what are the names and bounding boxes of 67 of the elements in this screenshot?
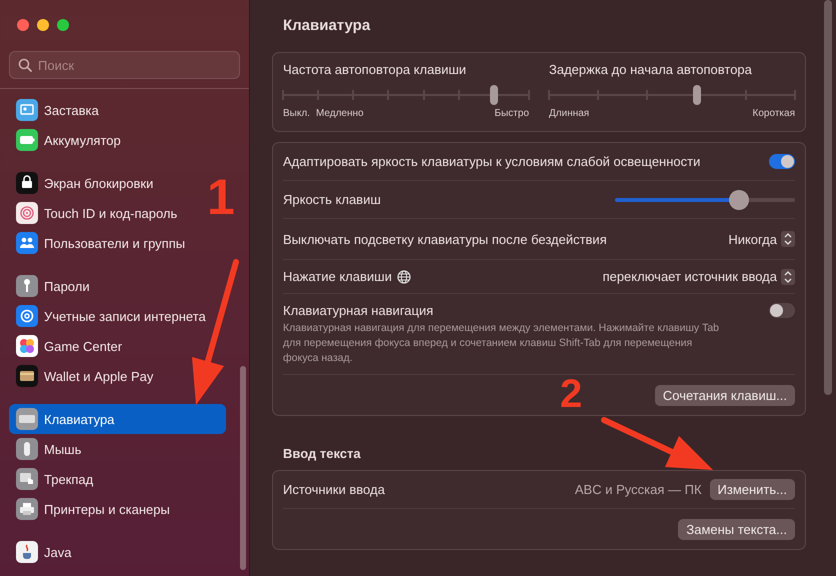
setting-label: Нажатие клавиши xyxy=(283,269,392,284)
slider-track[interactable] xyxy=(615,190,795,210)
minimize-button[interactable] xyxy=(37,19,49,31)
sidebar-item[interactable]: Java xyxy=(9,537,80,567)
keyboard-icon xyxy=(16,408,38,430)
sidebar-item[interactable]: Touch ID и код-пароль xyxy=(9,198,186,228)
trackpad-icon xyxy=(16,468,38,490)
setting-value: ABC и Русская — ПК xyxy=(574,482,702,497)
sidebar-item[interactable]: Учетные записи интернета xyxy=(9,301,214,331)
chevron-icon xyxy=(781,231,795,247)
zoom-button[interactable] xyxy=(57,19,69,31)
slider-thumb[interactable] xyxy=(490,85,498,105)
chevron-icon xyxy=(781,268,795,284)
printer-icon xyxy=(16,498,38,520)
slider-caption: Короткая xyxy=(752,108,795,119)
slider-track[interactable] xyxy=(549,85,795,105)
screen-saver-icon xyxy=(16,99,38,121)
sidebar-item[interactable]: Клавиатура xyxy=(9,404,226,434)
search-icon xyxy=(18,58,32,72)
description-text: Клавиатурная навигация для перемещения между элементами. Нажимайте клавишу Tab для перемещения фокуса вперед и сочетанием клавиш Shift-Tab для перемещения фокуса назад. xyxy=(283,321,720,366)
sidebar-item[interactable]: Пароли xyxy=(9,271,98,301)
users-icon xyxy=(16,232,38,254)
setting-label: Клавиатурная навигация xyxy=(283,303,434,318)
slider-caption: Длинная xyxy=(549,108,590,119)
bubbles-icon xyxy=(16,335,38,357)
button[interactable]: Изменить... xyxy=(710,479,795,500)
battery-icon xyxy=(16,129,38,151)
lock-icon xyxy=(16,172,38,194)
scroll-bar[interactable] xyxy=(824,0,832,395)
popup-button[interactable]: переключает источник ввода xyxy=(602,268,795,284)
close-button[interactable] xyxy=(17,19,29,31)
step-number: 1 xyxy=(207,172,235,222)
popup-button[interactable]: Никогда xyxy=(728,231,795,247)
coffee-cup-icon xyxy=(16,541,38,563)
sidebar-item[interactable]: Экран блокировки xyxy=(9,168,162,198)
setting-label: Адаптировать яркость клавиатуры к условиям слабой освещенности xyxy=(283,154,702,169)
page-title: Клавиатура xyxy=(282,16,372,36)
step-number: 2 xyxy=(560,374,582,414)
setting-label: Частота автоповтора клавиши xyxy=(283,62,468,77)
sidebar-item[interactable]: Wallet и Apple Pay xyxy=(9,361,162,391)
setting-label: Источники ввода xyxy=(283,482,386,497)
mouse-icon xyxy=(16,438,38,460)
slider-thumb[interactable] xyxy=(729,190,750,210)
sidebar-item[interactable]: Заставка xyxy=(9,95,107,125)
toggle-switch[interactable] xyxy=(769,303,795,318)
slider-caption: Быстро xyxy=(494,108,529,119)
sidebar-item[interactable]: Game Center xyxy=(9,331,130,361)
scroll-bar[interactable] xyxy=(240,366,246,570)
search-field[interactable]: Поиск xyxy=(9,51,240,79)
toggle-switch[interactable] xyxy=(769,154,795,169)
button[interactable]: Сочетания клавиш... xyxy=(654,384,795,406)
setting-label: Яркость клавиш xyxy=(283,192,382,207)
sidebar-item[interactable]: Пользователи и группы xyxy=(9,228,194,258)
sidebar-item[interactable]: Аккумулятор xyxy=(9,125,129,155)
setting-label: Выключать подсветку клавиатуры после бездействия xyxy=(283,232,607,246)
slider-caption: Выкл. xyxy=(283,108,310,119)
sidebar-item[interactable]: Принтеры и сканеры xyxy=(9,494,178,524)
sidebar-item[interactable]: Трекпад xyxy=(9,464,102,494)
section-heading: Ввод текста xyxy=(283,446,361,461)
button[interactable]: Замены текста... xyxy=(678,518,795,540)
setting-label: Задержка до начала автоповтора xyxy=(549,62,753,77)
slider-thumb[interactable] xyxy=(692,85,701,105)
sidebar-item[interactable]: Мышь xyxy=(9,434,90,464)
slider-caption: Медленно xyxy=(316,108,364,119)
key-icon xyxy=(16,275,38,297)
wallet-icon xyxy=(16,365,38,387)
slider-track[interactable] xyxy=(283,85,529,105)
